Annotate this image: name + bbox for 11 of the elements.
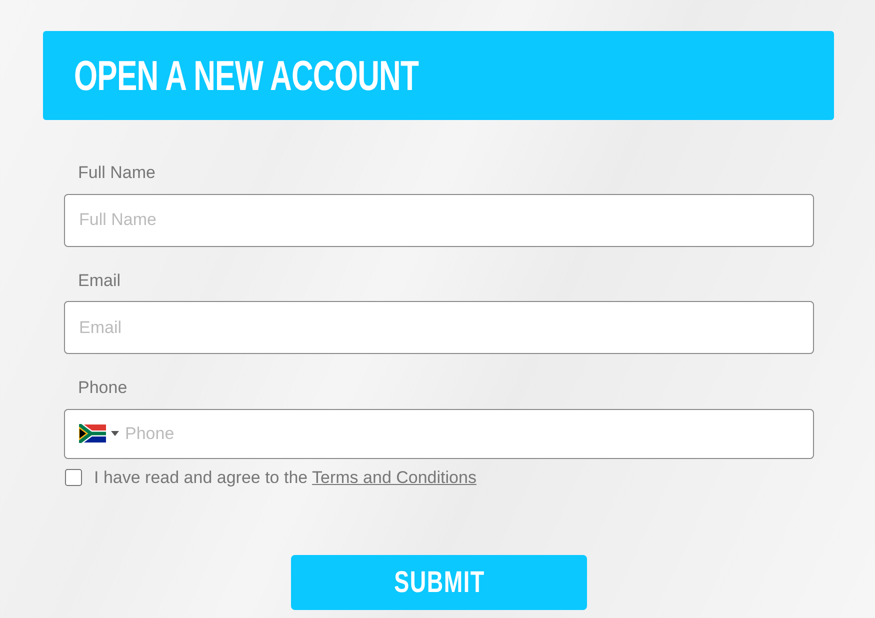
field-label: Phone bbox=[78, 377, 128, 399]
page-title: OPEN A NEW ACCOUNT bbox=[74, 54, 419, 96]
flag-icon bbox=[79, 424, 106, 443]
agreement-text: I have read and agree to the Terms and Conditions bbox=[94, 466, 476, 488]
caret-icon bbox=[111, 431, 119, 436]
checkbox[interactable] bbox=[65, 468, 82, 486]
input-field[interactable]: Email bbox=[64, 301, 814, 354]
field-label: Full Name bbox=[78, 162, 156, 184]
field-label: Email bbox=[78, 270, 121, 292]
terms-link[interactable]: Terms and Conditions bbox=[312, 468, 476, 486]
input-field[interactable]: Full Name bbox=[64, 194, 814, 246]
